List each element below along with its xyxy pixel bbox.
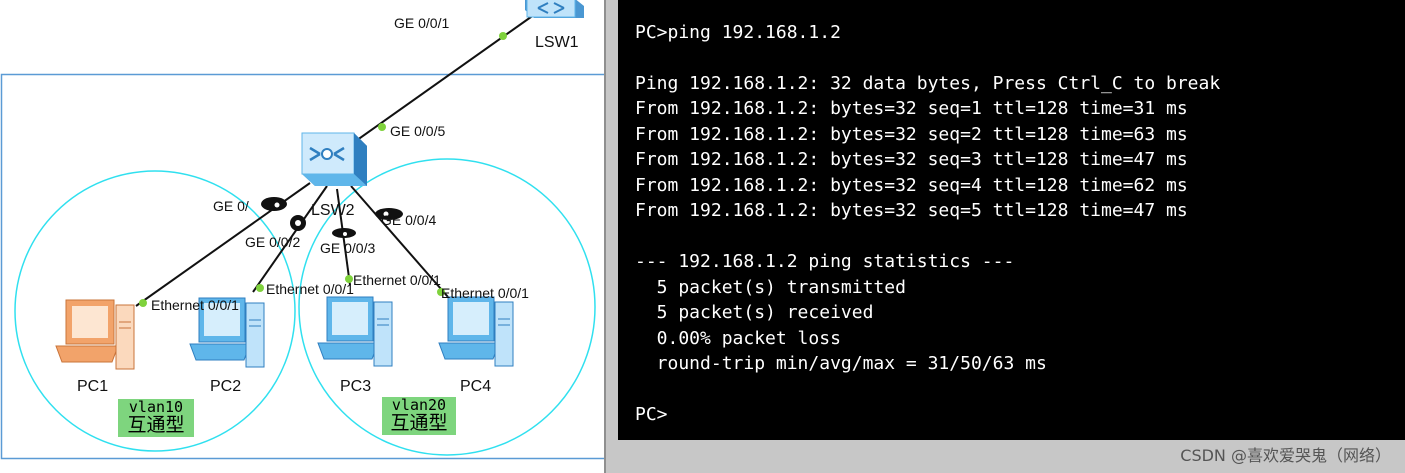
vlan20-tag-note: 互通型 (390, 411, 448, 434)
vlan10-tag-note: 互通型 (127, 413, 185, 436)
terminal-line: 5 packet(s) transmitted (635, 277, 906, 298)
terminal-console[interactable]: PC>ping 192.168.1.2 Ping 192.168.1.2: 32… (618, 0, 1405, 440)
port-label-lsw2-ge005: GE 0/0/5 (390, 123, 446, 139)
terminal-line: Ping 192.168.1.2: 32 data bytes, Press C… (635, 73, 1221, 94)
topology-canvas[interactable]: GE 0/0/1 GE 0/0/5 GE 0/ GE 0/0/2 GE 0/0/… (0, 0, 612, 473)
terminal-line: From 192.168.1.2: bytes=32 seq=1 ttl=128… (635, 98, 1188, 119)
pc1-icon[interactable] (55, 299, 135, 370)
pc3-icon[interactable] (317, 296, 393, 367)
device-label-pc4: PC4 (460, 378, 492, 395)
terminal-prompt: PC> (635, 404, 668, 425)
watermark: CSDN @喜欢爱哭鬼（网络） (1180, 446, 1391, 465)
port-label-lsw1-ge001: GE 0/0/1 (394, 15, 450, 31)
terminal-line: PC>ping 192.168.1.2 (635, 22, 841, 43)
lsw1-icon[interactable] (525, 0, 584, 18)
port-label-lsw2-ge004: GE 0/0/4 (381, 212, 437, 228)
terminal-line: From 192.168.1.2: bytes=32 seq=2 ttl=128… (635, 124, 1188, 145)
port-label-pc1-eth: Ethernet 0/0/1 (151, 297, 239, 313)
lsw2-icon[interactable] (301, 132, 367, 186)
device-label-pc1: PC1 (77, 378, 109, 395)
port-label-lsw2-ge003: GE 0/0/3 (320, 240, 376, 256)
area-frame (0, 73, 611, 460)
port-label-lsw2-ge001: GE 0/ (213, 198, 249, 214)
vlan20-tag[interactable]: vlan20 互通型 (382, 397, 456, 435)
port-label-pc2-eth: Ethernet 0/0/1 (266, 281, 354, 297)
pc4-icon[interactable] (438, 296, 514, 367)
terminal-window: PC>ping 192.168.1.2 Ping 192.168.1.2: 32… (604, 0, 1405, 473)
device-label-lsw2: LSW2 (311, 202, 355, 219)
device-label-pc2: PC2 (210, 378, 242, 395)
terminal-line: --- 192.168.1.2 ping statistics --- (635, 251, 1015, 272)
terminal-line: 5 packet(s) received (635, 302, 874, 323)
device-label-lsw1: LSW1 (535, 34, 579, 51)
port-label-lsw2-ge002: GE 0/0/2 (245, 234, 301, 250)
device-label-pc3: PC3 (340, 378, 372, 395)
topology-drawing (0, 0, 611, 460)
terminal-line: 0.00% packet loss (635, 328, 841, 349)
terminal-line: From 192.168.1.2: bytes=32 seq=3 ttl=128… (635, 149, 1188, 170)
port-label-pc4-eth: Ethernet 0/0/1 (441, 285, 529, 301)
port-label-pc3-eth: Ethernet 0/0/1 (353, 272, 441, 288)
terminal-line: round-trip min/avg/max = 31/50/63 ms (635, 353, 1047, 374)
vlan10-tag[interactable]: vlan10 互通型 (118, 399, 194, 437)
terminal-line: From 192.168.1.2: bytes=32 seq=5 ttl=128… (635, 200, 1188, 221)
terminal-line: From 192.168.1.2: bytes=32 seq=4 ttl=128… (635, 175, 1188, 196)
